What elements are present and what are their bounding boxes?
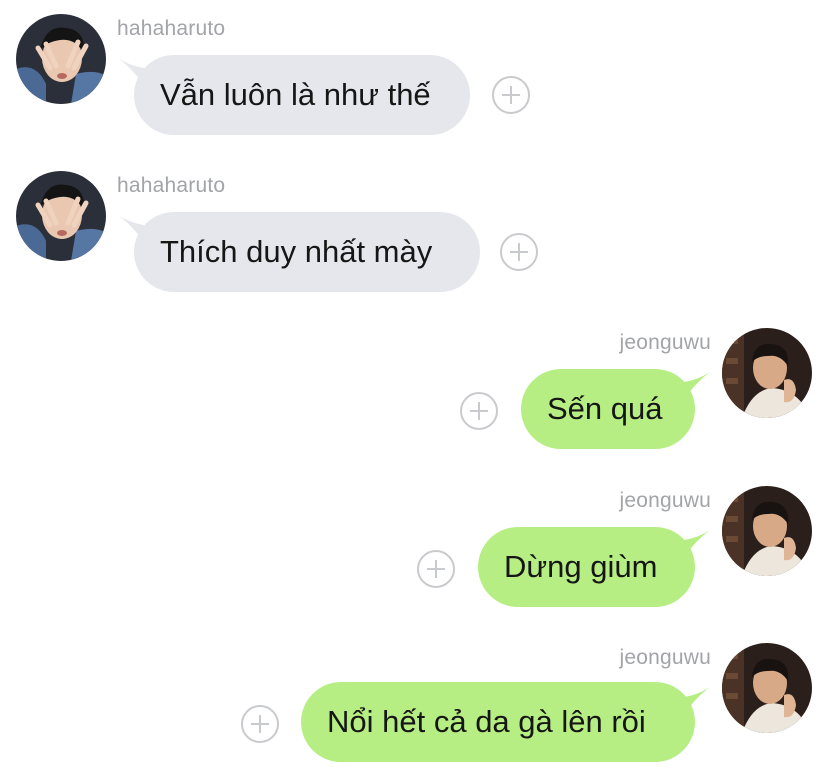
- message-bubble[interactable]: Dừng giùm: [478, 527, 695, 607]
- message-bubble[interactable]: Sến quá: [521, 369, 695, 449]
- message-row: jeonguwu Dừng giùm: [0, 472, 828, 622]
- sender-name: jeonguwu: [619, 646, 711, 669]
- add-reaction-icon[interactable]: [460, 392, 498, 430]
- message-bubble[interactable]: Nổi hết cả da gà lên rồi: [301, 682, 695, 762]
- message-row: jeonguwu Nổi hết cả da gà lên rồi: [0, 629, 828, 774]
- message-row: jeonguwu Sến quá: [0, 314, 828, 464]
- add-reaction-icon[interactable]: [241, 705, 279, 743]
- add-reaction-icon[interactable]: [492, 76, 530, 114]
- message-row: hahaharuto Thích duy nhất mày: [0, 157, 828, 307]
- sender-name: jeonguwu: [619, 489, 711, 512]
- message-bubble[interactable]: Vẫn luôn là như thế: [134, 55, 470, 135]
- sender-name: hahaharuto: [117, 174, 226, 197]
- avatar-jeonguwu-icon[interactable]: [722, 643, 812, 733]
- avatar-jeonguwu-icon[interactable]: [722, 328, 812, 418]
- add-reaction-icon[interactable]: [417, 550, 455, 588]
- sender-name: hahaharuto: [117, 17, 226, 40]
- message-bubble[interactable]: Thích duy nhất mày: [134, 212, 480, 292]
- add-reaction-icon[interactable]: [500, 233, 538, 271]
- message-row: hahaharuto Vẫn luôn là như thế: [0, 0, 828, 150]
- avatar-jeonguwu-icon[interactable]: [722, 486, 812, 576]
- sender-name: jeonguwu: [619, 331, 711, 354]
- avatar-haruto-icon[interactable]: [16, 171, 106, 261]
- avatar-haruto-icon[interactable]: [16, 14, 106, 104]
